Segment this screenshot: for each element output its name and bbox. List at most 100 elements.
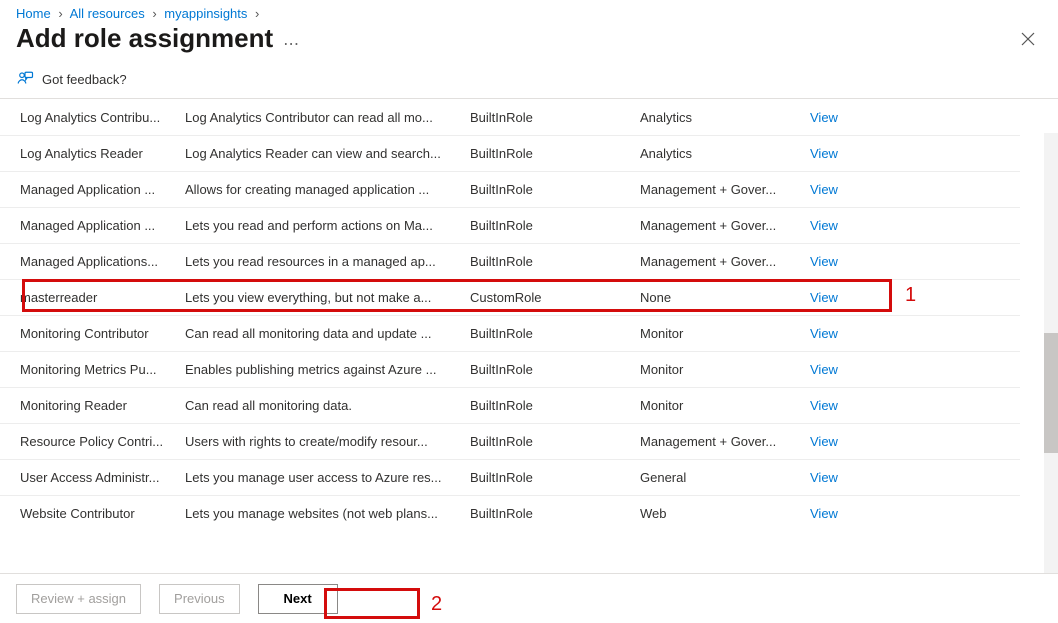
role-desc-cell: Log Analytics Contributor can read all m… [185,110,470,125]
view-link[interactable]: View [810,398,838,413]
feedback-label[interactable]: Got feedback? [42,72,127,87]
table-row[interactable]: Managed Application ...Lets you read and… [0,207,1020,243]
role-category-cell: Management + Gover... [640,218,810,233]
role-desc-cell: Lets you read and perform actions on Ma.… [185,218,470,233]
view-link[interactable]: View [810,434,838,449]
role-name-cell: Resource Policy Contri... [20,434,185,449]
role-type-cell: BuiltInRole [470,326,640,341]
role-view-cell: View [810,362,890,377]
feedback-person-icon [16,70,34,88]
table-row[interactable]: Monitoring ReaderCan read all monitoring… [0,387,1020,423]
role-view-cell: View [810,506,890,521]
role-view-cell: View [810,290,890,305]
role-type-cell: BuiltInRole [470,218,640,233]
role-view-cell: View [810,254,890,269]
role-type-cell: BuiltInRole [470,470,640,485]
role-type-cell: BuiltInRole [470,434,640,449]
role-category-cell: Monitor [640,326,810,341]
view-link[interactable]: View [810,182,838,197]
role-category-cell: None [640,290,810,305]
role-category-cell: General [640,470,810,485]
table-row[interactable]: Managed Application ...Allows for creati… [0,171,1020,207]
table-row[interactable]: Resource Policy Contri...Users with righ… [0,423,1020,459]
table-row[interactable]: User Access Administr...Lets you manage … [0,459,1020,495]
role-category-cell: Management + Gover... [640,434,810,449]
view-link[interactable]: View [810,470,838,485]
view-link[interactable]: View [810,218,838,233]
role-category-cell: Monitor [640,362,810,377]
annotation-label-1: 1 [905,284,916,307]
role-desc-cell: Lets you read resources in a managed ap.… [185,254,470,269]
role-desc-cell: Lets you manage user access to Azure res… [185,470,470,485]
role-type-cell: BuiltInRole [470,146,640,161]
next-button[interactable]: Next [258,584,338,614]
role-desc-cell: Log Analytics Reader can view and search… [185,146,470,161]
role-desc-cell: Can read all monitoring data and update … [185,326,470,341]
previous-button: Previous [159,584,240,614]
role-category-cell: Web [640,506,810,521]
more-icon[interactable]: ⋯ [283,34,299,54]
scrollbar-thumb[interactable] [1044,333,1058,453]
table-row[interactable]: Website ContributorLets you manage websi… [0,495,1020,531]
role-view-cell: View [810,218,890,233]
role-type-cell: CustomRole [470,290,640,305]
view-link[interactable]: View [810,362,838,377]
role-category-cell: Analytics [640,110,810,125]
chevron-right-icon: › [54,6,66,21]
role-view-cell: View [810,434,890,449]
table-row[interactable]: Log Analytics ReaderLog Analytics Reader… [0,135,1020,171]
breadcrumb-all-resources[interactable]: All resources [70,6,145,21]
role-type-cell: BuiltInRole [470,362,640,377]
page-title: Add role assignment [16,23,273,54]
role-view-cell: View [810,146,890,161]
role-category-cell: Monitor [640,398,810,413]
role-view-cell: View [810,398,890,413]
view-link[interactable]: View [810,290,838,305]
table-row[interactable]: Managed Applications...Lets you read res… [0,243,1020,279]
role-name-cell: Managed Application ... [20,218,185,233]
view-link[interactable]: View [810,146,838,161]
role-type-cell: BuiltInRole [470,506,640,521]
role-desc-cell: Lets you manage websites (not web plans.… [185,506,470,521]
role-name-cell: User Access Administr... [20,470,185,485]
table-row[interactable]: Monitoring Metrics Pu...Enables publishi… [0,351,1020,387]
breadcrumb-home[interactable]: Home [16,6,51,21]
chevron-right-icon: › [251,6,263,21]
review-assign-button: Review + assign [16,584,141,614]
role-name-cell: Monitoring Metrics Pu... [20,362,185,377]
role-name-cell: Monitoring Reader [20,398,185,413]
breadcrumb: Home › All resources › myappinsights › [0,0,1058,23]
close-icon [1021,32,1035,46]
role-desc-cell: Users with rights to create/modify resou… [185,434,470,449]
annotation-label-2: 2 [431,593,442,616]
table-row[interactable]: Monitoring ContributorCan read all monit… [0,315,1020,351]
role-type-cell: BuiltInRole [470,182,640,197]
breadcrumb-resource[interactable]: myappinsights [164,6,247,21]
view-link[interactable]: View [810,326,838,341]
role-name-cell: Website Contributor [20,506,185,521]
role-type-cell: BuiltInRole [470,398,640,413]
feedback-row[interactable]: Got feedback? [0,62,1058,99]
role-name-cell: masterreader [20,290,185,305]
title-row: Add role assignment ⋯ [0,23,1058,62]
role-category-cell: Management + Gover... [640,254,810,269]
role-name-cell: Log Analytics Reader [20,146,185,161]
role-type-cell: BuiltInRole [470,110,640,125]
view-link[interactable]: View [810,254,838,269]
view-link[interactable]: View [810,506,838,521]
role-view-cell: View [810,110,890,125]
close-button[interactable] [1014,25,1042,53]
role-type-cell: BuiltInRole [470,254,640,269]
scrollbar-track[interactable] [1044,133,1058,573]
role-name-cell: Managed Application ... [20,182,185,197]
table-row[interactable]: masterreaderLets you view everything, bu… [0,279,1020,315]
role-desc-cell: Enables publishing metrics against Azure… [185,362,470,377]
role-view-cell: View [810,182,890,197]
table-row[interactable]: Log Analytics Contribu...Log Analytics C… [0,99,1020,135]
role-desc-cell: Lets you view everything, but not make a… [185,290,470,305]
roles-table: Log Analytics Contribu...Log Analytics C… [0,99,1058,534]
role-name-cell: Managed Applications... [20,254,185,269]
view-link[interactable]: View [810,110,838,125]
chevron-right-icon: › [148,6,160,21]
role-category-cell: Management + Gover... [640,182,810,197]
